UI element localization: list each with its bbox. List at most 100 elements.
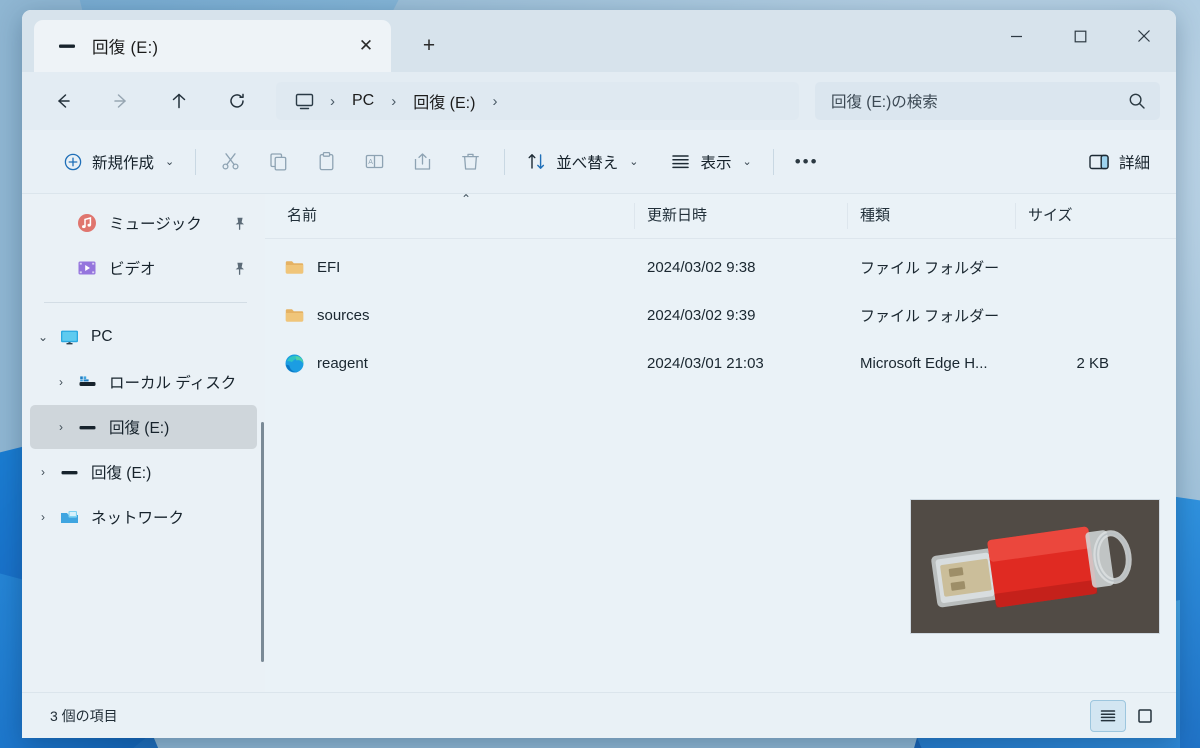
close-tab-icon[interactable]: ✕ (351, 31, 381, 61)
navigation-bar: › PC › 回復 (E:) › 回復 (E:)の検索 (22, 72, 1176, 130)
copy-button[interactable] (254, 142, 302, 182)
drive-icon (56, 462, 82, 483)
sidebar-item-pc[interactable]: ⌄ PC (30, 315, 257, 359)
sidebar-item-label: ネットワーク (91, 510, 185, 527)
breadcrumb-item-pc[interactable]: PC (344, 88, 382, 114)
file-type-cell: ファイル フォルダー (860, 307, 1000, 325)
network-icon (56, 507, 82, 528)
breadcrumb-separator: › (391, 92, 397, 110)
share-button[interactable] (398, 142, 446, 182)
column-header-date[interactable]: 更新日時 (635, 203, 848, 229)
address-bar-breadcrumb[interactable]: › PC › 回復 (E:) › (276, 82, 799, 120)
rename-button[interactable]: A (350, 142, 398, 182)
tab-drive-e[interactable]: 回復 (E:) ✕ (34, 20, 391, 72)
maximize-button[interactable] (1048, 14, 1112, 58)
chevron-down-icon: ⌄ (165, 156, 175, 168)
minimize-button[interactable] (984, 14, 1048, 58)
chevron-placeholder: › (48, 261, 74, 275)
search-icon[interactable] (1128, 92, 1146, 110)
file-name-cell: sources (265, 304, 635, 326)
sidebar-divider (44, 302, 247, 303)
details-pane-button[interactable]: 詳細 (1076, 142, 1162, 182)
plus-circle-icon (63, 152, 83, 172)
close-button[interactable] (1112, 14, 1176, 58)
paste-button[interactable] (302, 142, 350, 182)
details-view-button[interactable] (1090, 699, 1126, 732)
column-header-size[interactable]: サイズ (1016, 203, 1131, 229)
breadcrumb-separator: › (330, 92, 335, 110)
sidebar-item-network[interactable]: › ネットワーク (30, 495, 257, 539)
sort-button[interactable]: 並べ替え ⌄ (515, 142, 649, 182)
view-button[interactable]: 表示 ⌄ (659, 142, 762, 182)
toolbar-divider (772, 148, 774, 175)
chevron-right-icon[interactable]: › (48, 375, 74, 389)
explorer-body: › ミュージック › ビデオ (22, 192, 1176, 692)
cut-button[interactable] (206, 142, 254, 182)
chevron-placeholder: › (48, 216, 74, 230)
search-input[interactable]: 回復 (E:)の検索 (815, 82, 1160, 120)
breadcrumb-separator-trailing[interactable]: › (485, 93, 504, 110)
view-button-label: 表示 (700, 154, 732, 172)
more-options-label: ••• (794, 151, 819, 171)
new-tab-button[interactable]: + (409, 26, 449, 66)
more-options-button[interactable]: ••• (784, 142, 830, 182)
video-icon (74, 258, 100, 278)
sidebar-item-drive-e-selected[interactable]: › 回復 (E:) (30, 405, 257, 449)
sort-ascending-indicator: ⌃ (461, 192, 472, 206)
chevron-right-icon[interactable]: › (30, 510, 56, 524)
table-row[interactable]: reagent 2024/03/01 21:03 Microsoft Edge … (265, 339, 1176, 387)
file-type-cell: Microsoft Edge H... (860, 354, 988, 372)
details-pane-label: 詳細 (1118, 154, 1150, 172)
breadcrumb-item-drive-e[interactable]: 回復 (E:) (405, 85, 483, 117)
sidebar-item-local-disk[interactable]: › ローカル ディスク (30, 360, 257, 404)
sidebar-item-music[interactable]: › ミュージック (30, 201, 257, 245)
new-button[interactable]: 新規作成 ⌄ (52, 142, 185, 182)
status-bar: 3 個の項目 (22, 692, 1176, 738)
edge-html-icon (283, 352, 305, 374)
pin-icon[interactable] (232, 261, 247, 276)
this-pc-monitor-icon[interactable] (288, 91, 321, 112)
forward-button[interactable] (100, 82, 142, 120)
sidebar-item-label: ローカル ディスク (109, 375, 237, 392)
chevron-right-icon[interactable]: › (30, 465, 56, 479)
chevron-right-icon[interactable]: › (48, 420, 74, 434)
up-button[interactable] (158, 82, 200, 120)
table-row[interactable]: EFI 2024/03/02 9:38 ファイル フォルダー (265, 243, 1176, 291)
local-disk-icon (74, 372, 100, 393)
column-header-name[interactable]: 名前 (265, 203, 635, 229)
title-bar: 回復 (E:) ✕ + (22, 10, 1176, 72)
file-name-text: EFI (317, 258, 341, 276)
file-name-text: sources (317, 306, 370, 324)
sidebar-item-label: PC (91, 328, 113, 345)
back-button[interactable] (42, 82, 84, 120)
sidebar-item-drive-e-root[interactable]: › 回復 (E:) (30, 450, 257, 494)
file-name-cell: reagent (265, 352, 635, 374)
search-placeholder: 回復 (E:)の検索 (831, 94, 938, 111)
navigation-pane: › ミュージック › ビデオ (22, 194, 265, 692)
file-name-text: reagent (317, 354, 368, 372)
sidebar-item-label: ビデオ (109, 261, 156, 278)
window-controls (984, 14, 1176, 58)
file-explorer-window: 回復 (E:) ✕ + › PC › 回復 (E:) › 回復 (E:)の検索 … (22, 10, 1176, 738)
chevron-down-icon[interactable]: ⌄ (30, 330, 56, 344)
toolbar-divider (504, 148, 506, 175)
refresh-button[interactable] (216, 82, 258, 120)
column-header-type[interactable]: 種類 (848, 203, 1016, 229)
item-count-label: 3 個の項目 (50, 707, 118, 724)
drive-icon (74, 417, 100, 438)
sort-arrows-icon (526, 151, 547, 172)
sidebar-scrollbar[interactable] (261, 422, 264, 662)
toolbar-divider (195, 148, 197, 175)
sidebar-item-video[interactable]: › ビデオ (30, 246, 257, 290)
large-icons-view-button[interactable] (1128, 701, 1162, 731)
usb-flash-drive-photo (910, 499, 1160, 634)
delete-button[interactable] (446, 142, 494, 182)
file-type-cell: ファイル フォルダー (860, 259, 1000, 277)
sidebar-item-label: 回復 (E:) (109, 420, 170, 437)
pin-icon[interactable] (232, 216, 247, 231)
table-row[interactable]: sources 2024/03/02 9:39 ファイル フォルダー (265, 291, 1176, 339)
sidebar-item-label: 回復 (E:) (91, 465, 152, 482)
this-pc-icon (56, 327, 82, 348)
file-size-cell: 2 KB (1076, 354, 1109, 372)
file-date-cell: 2024/03/02 9:39 (647, 306, 756, 324)
